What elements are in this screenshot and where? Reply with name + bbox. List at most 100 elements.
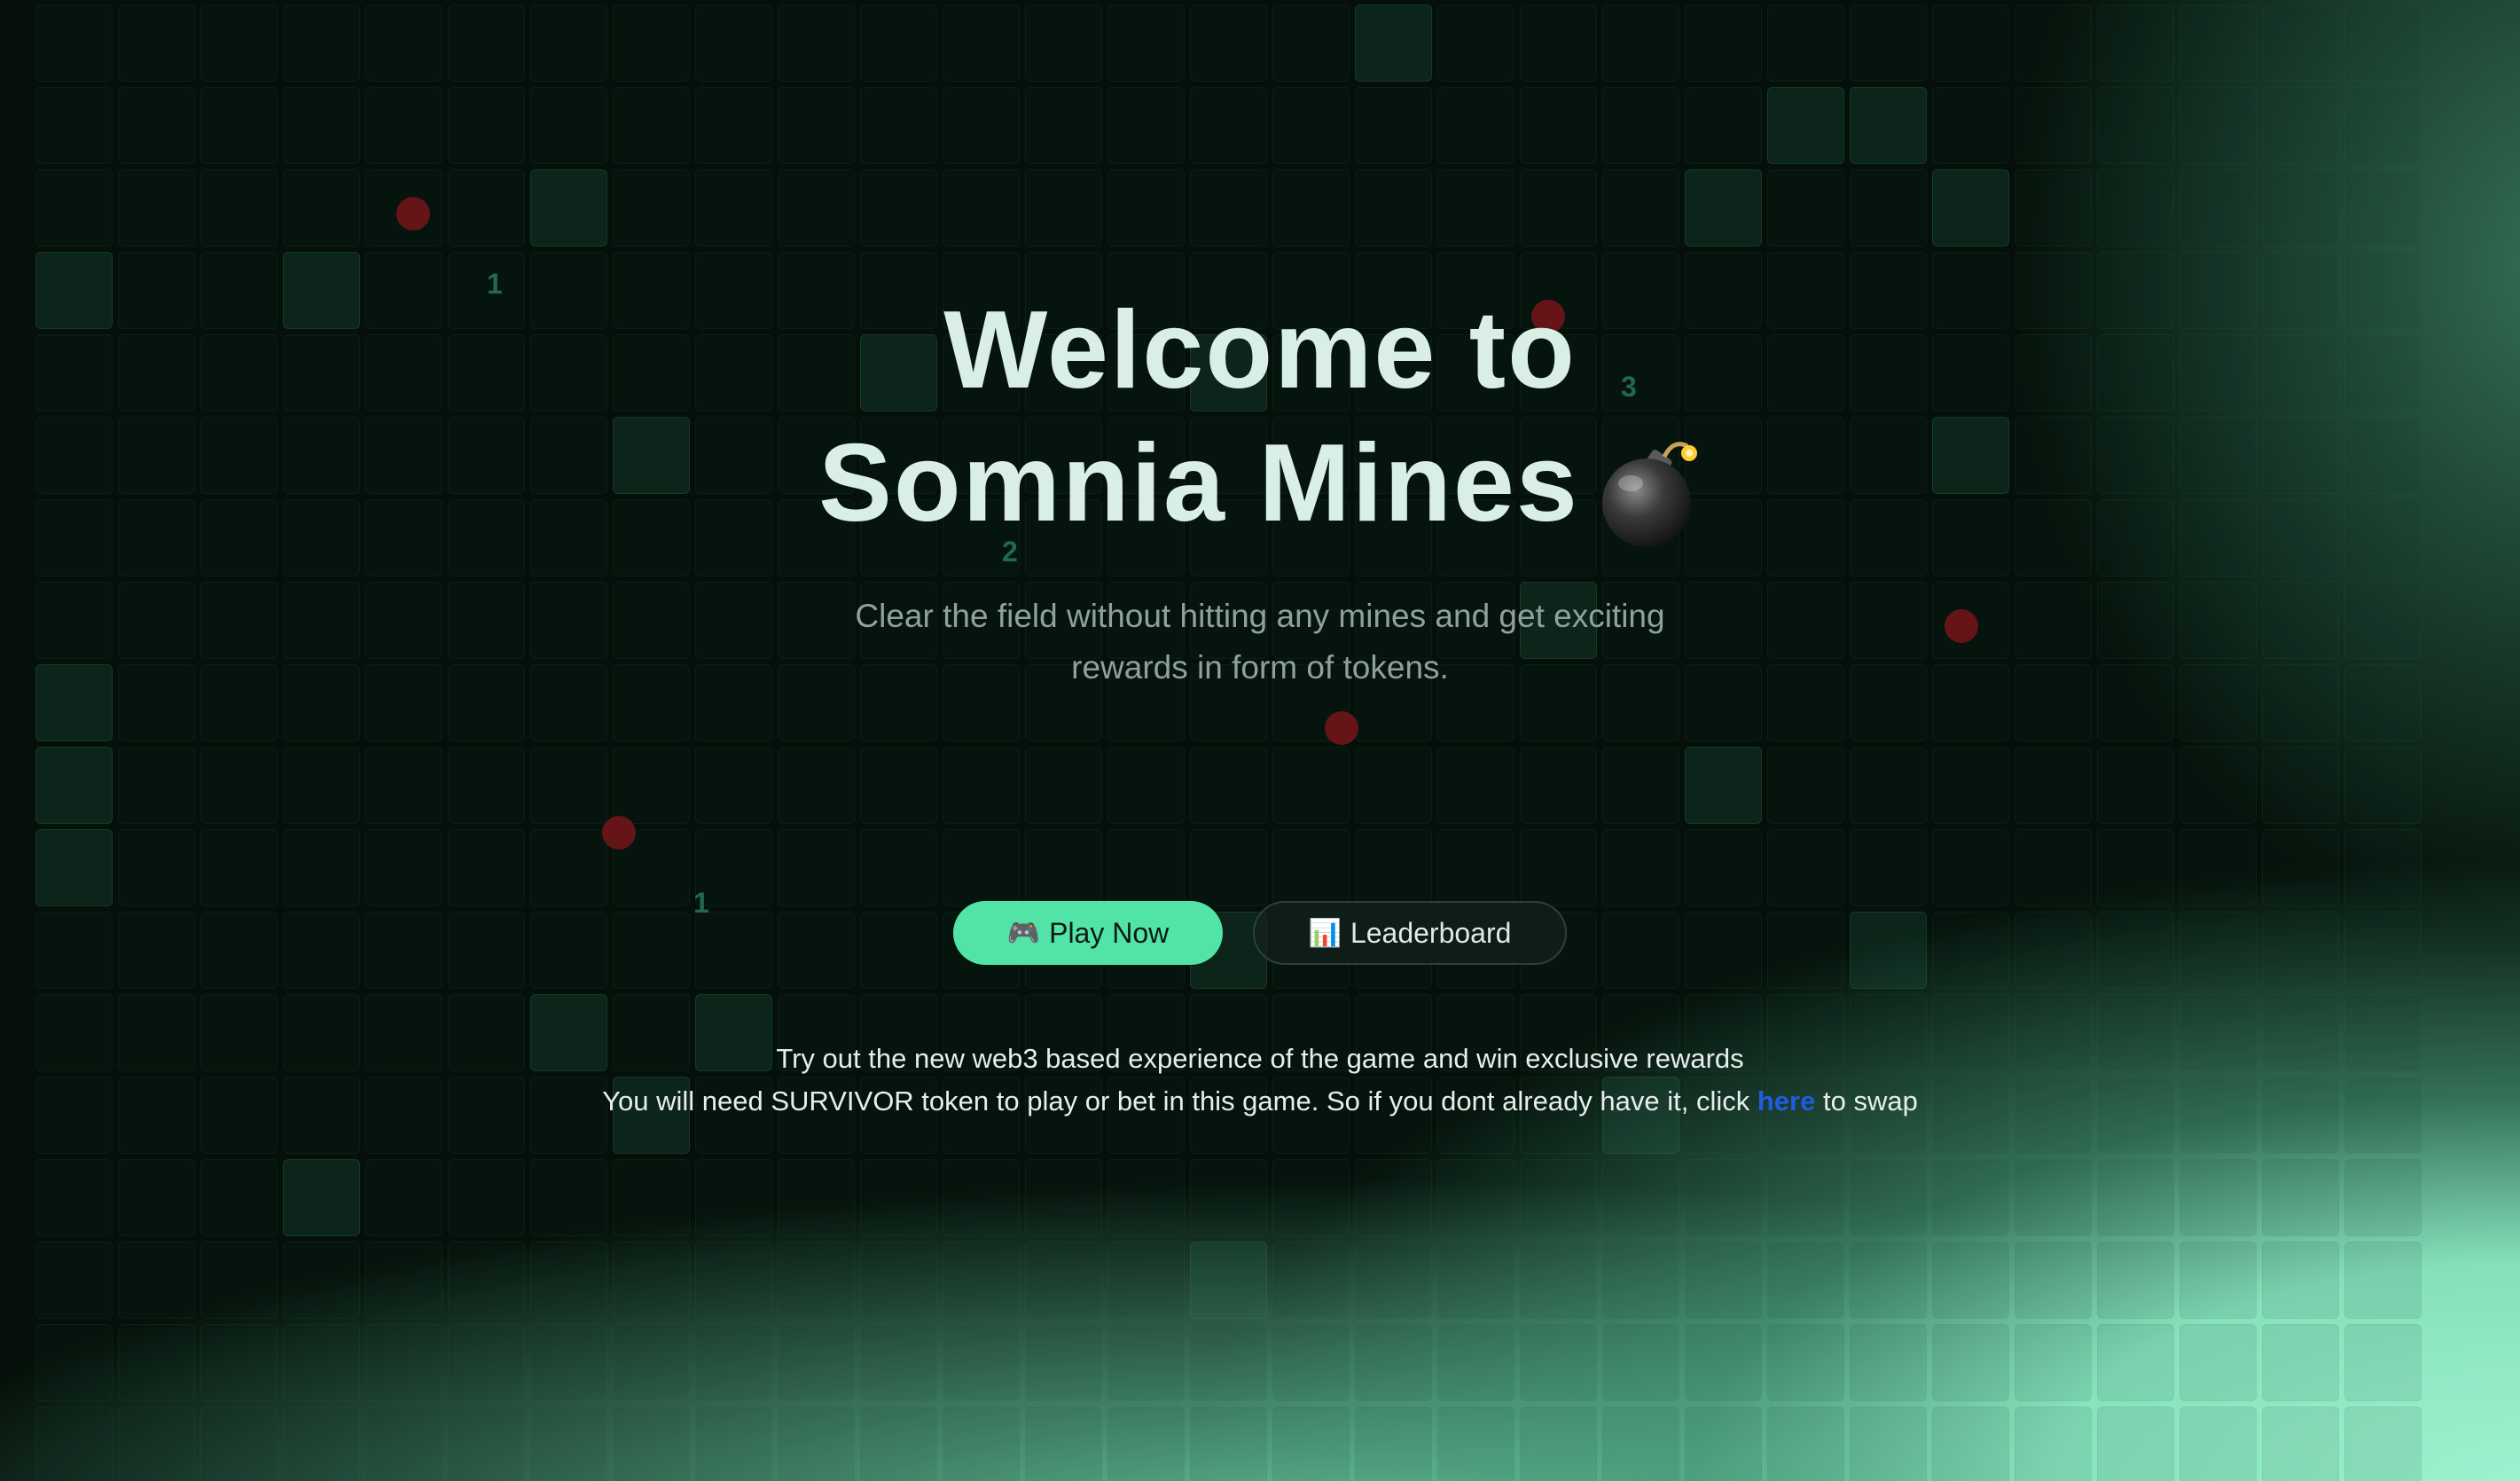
grid-cell: [448, 1324, 525, 1401]
grid-cell: [1190, 1242, 1267, 1319]
grid-cell: [530, 87, 607, 164]
grid-cell: [2262, 747, 2339, 824]
grid-cell: [1437, 747, 1514, 824]
grid-cell: [2097, 1242, 2174, 1319]
grid-cell: [1850, 169, 1927, 247]
grid-cell: [283, 1324, 360, 1401]
grid-cell: [35, 1324, 113, 1401]
leaderboard-button[interactable]: 📊 Leaderboard: [1253, 901, 1567, 965]
grid-cell: [365, 747, 442, 824]
grid-cell: [1685, 4, 1762, 82]
grid-cell: [778, 1242, 855, 1319]
grid-cell: [1355, 1407, 1432, 1481]
grid-cell: [1850, 747, 1927, 824]
grid-cell: [1932, 4, 2009, 82]
grid-cell: [2180, 169, 2257, 247]
grid-cell: [778, 1159, 855, 1236]
grid-cell: [1850, 829, 1927, 906]
grid-cell: [2344, 1407, 2422, 1481]
grid-cell: [530, 1324, 607, 1401]
grid-cell: [448, 87, 525, 164]
grid-cell: [1025, 169, 1102, 247]
grid-cell: [1190, 1159, 1267, 1236]
grid-cell: [1520, 1159, 1597, 1236]
grid-cell: [2097, 1159, 2174, 1236]
grid-cell: [2344, 829, 2422, 906]
grid-cell: [2015, 1407, 2092, 1481]
footer-line-1: Try out the new web3 based experience of…: [776, 1043, 1744, 1074]
grid-cell: [1190, 829, 1267, 906]
grid-cell: [1767, 1242, 1844, 1319]
grid-cell: [1107, 829, 1185, 906]
grid-cell: [860, 87, 937, 164]
grid-cell: [1437, 4, 1514, 82]
grid-cell: [695, 4, 772, 82]
grid-cell: [1190, 1324, 1267, 1401]
grid-cell: [1520, 4, 1597, 82]
grid-cell: [1107, 747, 1185, 824]
grid-cell: [2097, 4, 2174, 82]
grid-cell: [1932, 1324, 2009, 1401]
grid-cell: [2262, 829, 2339, 906]
grid-cell: [943, 169, 1020, 247]
grid-cell: [365, 1324, 442, 1401]
grid-cell: [118, 87, 195, 164]
grid-cell: [1355, 1242, 1432, 1319]
grid-cell: [1437, 829, 1514, 906]
grid-cell: [1107, 1324, 1185, 1401]
grid-cell: [860, 4, 937, 82]
bar-chart-icon: 📊: [1308, 918, 1342, 948]
grid-cell: [1272, 829, 1350, 906]
leaderboard-label: Leaderboard: [1350, 916, 1512, 949]
grid-cell: [283, 1159, 360, 1236]
grid-cell: [530, 1407, 607, 1481]
grid-cell: [1767, 169, 1844, 247]
grid-cell: [1355, 829, 1432, 906]
grid-cell: [1850, 87, 1927, 164]
play-now-label: Play Now: [1049, 916, 1170, 949]
grid-cell: [1520, 747, 1597, 824]
grid-cell: [1767, 87, 1844, 164]
grid-cell: [448, 1407, 525, 1481]
grid-cell: [1025, 87, 1102, 164]
grid-cell: [365, 87, 442, 164]
grid-cell: [778, 87, 855, 164]
grid-cell: [1437, 87, 1514, 164]
grid-cell: [1932, 1242, 2009, 1319]
grid-cell: [118, 1407, 195, 1481]
grid-cell: [1767, 829, 1844, 906]
grid-cell: [35, 747, 113, 824]
grid-cell: [1850, 1242, 1927, 1319]
grid-cell: [1272, 747, 1350, 824]
grid-cell: [1520, 1324, 1597, 1401]
grid-cell: [1025, 1242, 1102, 1319]
grid-cell: [1767, 1159, 1844, 1236]
grid-cell: [1850, 1159, 1927, 1236]
grid-cell: [860, 169, 937, 247]
grid-cell: [200, 1407, 278, 1481]
grid-cell: [1107, 1159, 1185, 1236]
grid-cell: [283, 1242, 360, 1319]
grid-cell: [613, 747, 690, 824]
grid-cell: [1602, 1159, 1679, 1236]
grid-cell: [200, 87, 278, 164]
grid-cell: [1272, 1407, 1350, 1481]
grid-cell: [530, 4, 607, 82]
grid-cell: [283, 747, 360, 824]
grid-cell: [1767, 1324, 1844, 1401]
grid-cell: [778, 1407, 855, 1481]
grid-cell: [530, 1242, 607, 1319]
hero-section: Welcome to Somnia Mines Clear the field …: [0, 284, 2520, 693]
grid-cell: [118, 829, 195, 906]
grid-cell: [2344, 1324, 2422, 1401]
grid-cell: [448, 4, 525, 82]
play-now-button[interactable]: 🎮 Play Now: [953, 901, 1223, 965]
grid-cell: [200, 1324, 278, 1401]
grid-cell: [35, 169, 113, 247]
grid-cell: [2097, 1324, 2174, 1401]
grid-cell: [118, 4, 195, 82]
grid-cell: [1437, 1407, 1514, 1481]
page-title: Welcome to Somnia Mines: [0, 284, 2520, 550]
swap-link[interactable]: here: [1757, 1085, 1815, 1117]
grid-cell: [1602, 1324, 1679, 1401]
